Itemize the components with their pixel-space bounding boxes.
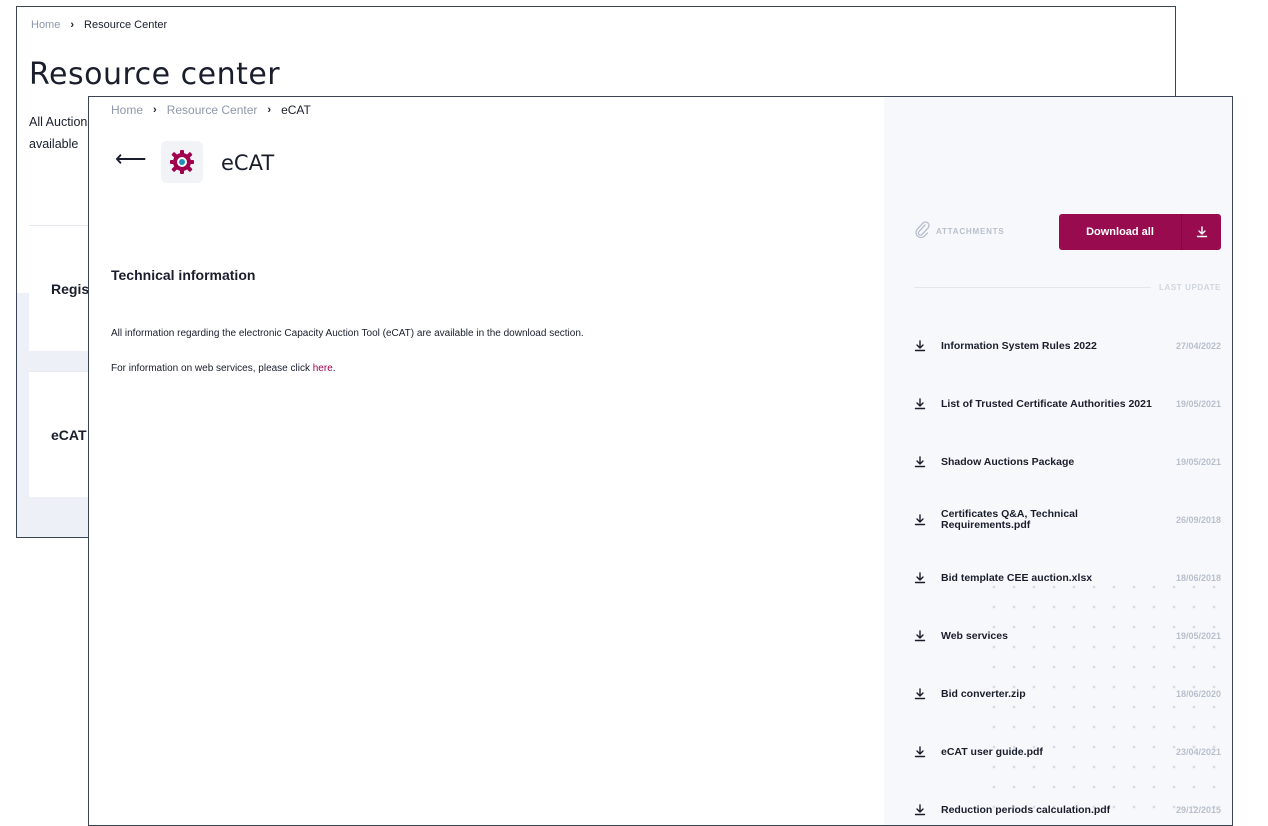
download-icon[interactable] bbox=[914, 630, 936, 642]
breadcrumb-home-link[interactable]: Home bbox=[111, 103, 143, 117]
attachment-name: Bid template CEE auction.xlsx bbox=[941, 571, 1093, 584]
info-paragraph: All information regarding the electronic… bbox=[111, 328, 584, 339]
attachment-row[interactable]: Reduction periods calculation.pdf 29/12/… bbox=[914, 790, 1221, 825]
header-rule bbox=[914, 287, 1151, 288]
download-icon[interactable] bbox=[914, 340, 936, 352]
breadcrumb: Home › Resource Center bbox=[31, 19, 167, 31]
attachment-date: 26/09/2018 bbox=[1175, 515, 1221, 525]
paragraph-text: For information on web services, please … bbox=[111, 363, 313, 374]
page-title: Resource center bbox=[29, 57, 281, 92]
attachment-name: eCAT user guide.pdf bbox=[941, 745, 1043, 758]
download-icon[interactable] bbox=[914, 456, 936, 468]
breadcrumb-resource-center-link[interactable]: Resource Center bbox=[167, 103, 258, 117]
attachments-label: ATTACHMENTS bbox=[936, 227, 1005, 236]
last-update-column-label: LAST UPDATE bbox=[1158, 283, 1221, 292]
ecat-logo-icon bbox=[161, 141, 203, 183]
section-title: Technical information bbox=[111, 267, 256, 283]
resource-card-label: eCAT bbox=[51, 426, 87, 443]
paperclip-icon bbox=[914, 221, 930, 244]
attachment-date: 18/06/2018 bbox=[1175, 573, 1221, 583]
attachment-row[interactable]: Certificates Q&A, Technical Requirements… bbox=[914, 500, 1221, 540]
attachment-row[interactable]: eCAT user guide.pdf 23/04/2021 bbox=[914, 732, 1221, 772]
ecat-detail-window: Home › Resource Center › eCAT ⟵ eCAT Tec… bbox=[88, 96, 1233, 826]
attachment-date: 18/06/2020 bbox=[1175, 689, 1221, 699]
app-title: eCAT bbox=[221, 151, 275, 175]
attachment-row[interactable]: List of Trusted Certificate Authorities … bbox=[914, 384, 1221, 424]
attachment-row[interactable]: Shadow Auctions Package 19/05/2021 bbox=[914, 442, 1221, 482]
download-icon[interactable] bbox=[914, 572, 936, 584]
attachment-date: 19/05/2021 bbox=[1175, 457, 1221, 467]
download-icon[interactable] bbox=[914, 804, 936, 816]
download-icon[interactable] bbox=[914, 746, 936, 758]
download-icon[interactable] bbox=[914, 398, 936, 410]
download-all-label: Download all bbox=[1086, 226, 1154, 238]
breadcrumb-separator-icon: › bbox=[153, 104, 157, 116]
attachment-row[interactable]: Bid template CEE auction.xlsx 18/06/2018 bbox=[914, 558, 1221, 598]
attachment-name: Shadow Auctions Package bbox=[941, 455, 1075, 468]
paragraph-text: . bbox=[332, 363, 336, 374]
web-services-paragraph: For information on web services, please … bbox=[111, 363, 336, 374]
attachment-date: 23/04/2021 bbox=[1175, 747, 1221, 757]
attachment-name: Certificates Q&A, Technical Requirements… bbox=[941, 508, 1078, 531]
breadcrumb-current: eCAT bbox=[281, 103, 311, 117]
attachment-row[interactable]: Web services 19/05/2021 bbox=[914, 616, 1221, 656]
attachment-date: 19/05/2021 bbox=[1175, 399, 1221, 409]
attachment-date: 27/04/2022 bbox=[1175, 341, 1221, 351]
page-description-line: available bbox=[29, 137, 79, 151]
breadcrumb-separator-icon: › bbox=[70, 19, 75, 31]
breadcrumb: Home › Resource Center › eCAT bbox=[111, 103, 311, 117]
download-icon[interactable] bbox=[914, 688, 936, 700]
page-description-line: All Auctions bbox=[29, 115, 89, 129]
attachment-name: Reduction periods calculation.pdf bbox=[941, 803, 1111, 816]
breadcrumb-separator-icon: › bbox=[267, 104, 272, 116]
web-services-link[interactable]: here bbox=[313, 363, 333, 374]
attachment-name: Information System Rules 2022 bbox=[941, 339, 1097, 352]
breadcrumb-home-link[interactable]: Home bbox=[31, 19, 60, 31]
attachments-panel: ATTACHMENTS Download all LAST UPDATE Inf… bbox=[884, 97, 1232, 825]
download-icon[interactable] bbox=[914, 514, 936, 526]
attachments-list-header: LAST UPDATE bbox=[914, 283, 1221, 292]
attachment-date: 29/12/2015 bbox=[1175, 805, 1221, 815]
page-description: All Auctions available bbox=[29, 111, 89, 155]
download-icon bbox=[1182, 226, 1221, 238]
attachment-row[interactable]: Information System Rules 2022 27/04/2022 bbox=[914, 326, 1221, 366]
attachment-name: List of Trusted Certificate Authorities … bbox=[941, 397, 1152, 410]
breadcrumb-current: Resource Center bbox=[84, 19, 168, 31]
attachment-name: Bid converter.zip bbox=[941, 687, 1026, 700]
back-arrow-icon[interactable]: ⟵ bbox=[115, 148, 147, 170]
attachment-date: 19/05/2021 bbox=[1175, 631, 1221, 641]
attachment-row[interactable]: Bid converter.zip 18/06/2020 bbox=[914, 674, 1221, 714]
download-all-button[interactable]: Download all bbox=[1059, 214, 1221, 250]
attachment-name: Web services bbox=[941, 629, 1008, 642]
